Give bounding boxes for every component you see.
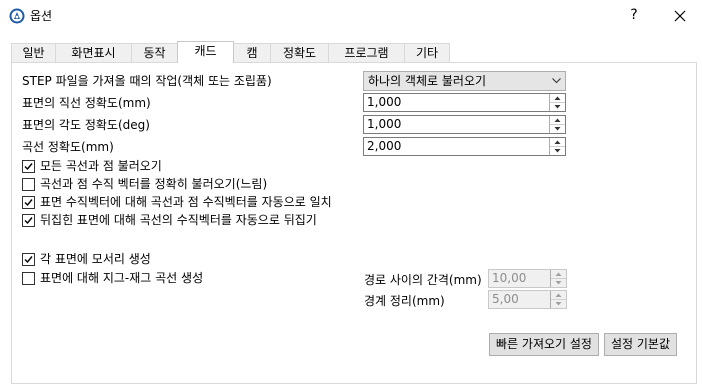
chevron-down-icon <box>552 78 561 84</box>
auto-match-normals-checkbox[interactable] <box>22 196 35 209</box>
surface-linear-label: 표면의 직선 정확도(mm) <box>22 96 151 110</box>
import-exact-normals-label: 곡선과 점 수직 벡터를 정확히 불러오기(느림) <box>40 177 268 191</box>
corner-curves-checkbox[interactable] <box>22 253 35 266</box>
help-button[interactable]: ? <box>622 4 646 28</box>
title-bar: 옵션 ? <box>0 0 702 32</box>
auto-match-normals-label: 표면 수직벡터에 대해 곡선과 점 수직벡터를 자동으로 일치 <box>40 195 332 209</box>
step-import-label: STEP 파일을 가져올 때의 작업(객체 또는 조립품) <box>22 74 272 88</box>
checkmark-icon <box>24 199 33 207</box>
zigzag-curves-checkbox[interactable] <box>22 272 35 285</box>
stepper-buttons <box>549 138 565 155</box>
surface-angle-value: 1,000 <box>367 117 402 131</box>
step-import-select[interactable]: 하나의 객체로 불러오기 <box>363 71 566 91</box>
checkmark-icon <box>24 163 33 171</box>
spin-down-icon[interactable] <box>551 279 566 287</box>
window-title: 옵션 <box>30 9 53 23</box>
auto-flip-normals-label: 뒤집힌 표면에 대해 곡선의 수직벡터를 자동으로 뒤집기 <box>40 213 317 227</box>
boundary-value: 5,00 <box>492 292 519 306</box>
tab-motion[interactable]: 동작 <box>131 43 178 62</box>
curve-accuracy-stepper[interactable]: 2,000 <box>363 137 566 156</box>
step-import-value: 하나의 객체로 불러오기 <box>368 74 487 88</box>
surface-angle-stepper[interactable]: 1,000 <box>363 115 566 134</box>
close-icon[interactable] <box>668 4 692 28</box>
import-all-curves-checkbox[interactable] <box>22 160 35 173</box>
surface-angle-label: 표면의 각도 정확도(deg) <box>22 118 150 132</box>
stepper-buttons <box>550 270 566 287</box>
surface-linear-stepper[interactable]: 1,000 <box>363 93 566 112</box>
boundary-stepper[interactable]: 5,00 <box>488 290 567 309</box>
surface-linear-value: 1,000 <box>367 95 402 109</box>
curve-accuracy-value: 2,000 <box>367 139 402 153</box>
path-spacing-label: 경로 사이의 간격(mm) <box>364 273 482 287</box>
spin-down-icon[interactable] <box>551 300 566 308</box>
boundary-label: 경계 정리(mm) <box>364 294 445 308</box>
app-logo-icon <box>9 8 25 24</box>
spin-up-icon[interactable] <box>550 94 565 103</box>
quick-import-settings-button[interactable]: 빠른 가져오기 설정 <box>489 333 599 356</box>
tab-cad[interactable]: 캐드 <box>177 41 234 63</box>
corner-curves-label: 각 표면에 모서리 생성 <box>40 252 151 266</box>
tab-general[interactable]: 일반 <box>11 43 56 62</box>
spin-down-icon[interactable] <box>550 125 565 133</box>
import-all-curves-label: 모든 곡선과 점 불러오기 <box>40 159 162 173</box>
checkmark-icon <box>24 217 33 225</box>
path-spacing-value: 10,00 <box>492 271 527 285</box>
tab-display[interactable]: 화면표시 <box>55 43 132 62</box>
reset-defaults-button[interactable]: 설정 기본값 <box>604 333 677 356</box>
zigzag-curves-label: 표면에 대해 지그-재그 곡선 생성 <box>40 271 204 285</box>
spin-down-icon[interactable] <box>550 147 565 155</box>
import-exact-normals-checkbox[interactable] <box>22 178 35 191</box>
stepper-buttons <box>549 116 565 133</box>
tab-program[interactable]: 프로그램 <box>328 43 405 62</box>
spin-up-icon[interactable] <box>551 291 566 300</box>
path-spacing-stepper[interactable]: 10,00 <box>488 269 567 288</box>
spin-up-icon[interactable] <box>551 270 566 279</box>
spin-up-icon[interactable] <box>550 138 565 147</box>
tab-cam[interactable]: 캠 <box>233 43 271 62</box>
stepper-buttons <box>550 291 566 308</box>
curve-accuracy-label: 곡선 정확도(mm) <box>22 140 114 154</box>
auto-flip-normals-checkbox[interactable] <box>22 214 35 227</box>
stepper-buttons <box>549 94 565 111</box>
checkmark-icon <box>24 256 33 264</box>
spin-up-icon[interactable] <box>550 116 565 125</box>
spin-down-icon[interactable] <box>550 103 565 111</box>
tab-other[interactable]: 기타 <box>404 43 450 62</box>
tab-accuracy[interactable]: 정확도 <box>270 43 329 62</box>
